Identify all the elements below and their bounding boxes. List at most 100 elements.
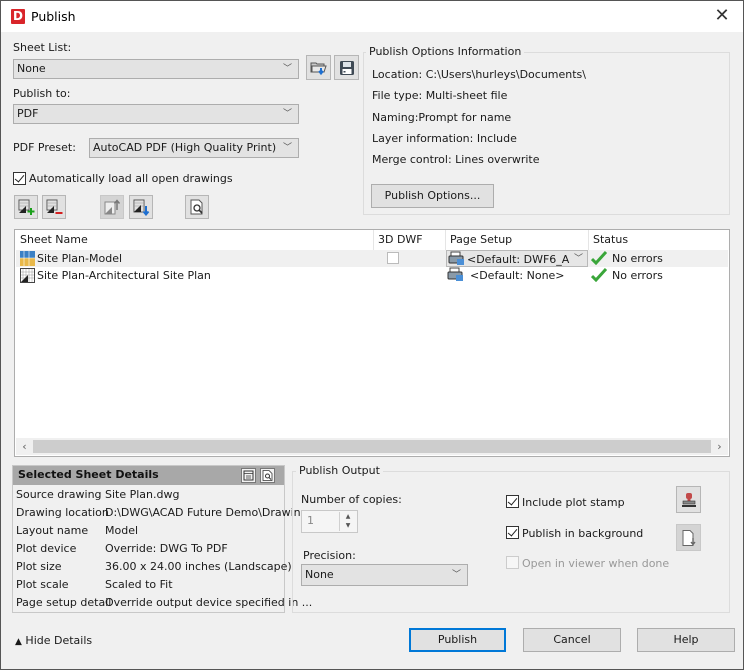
load-sheet-list-button[interactable]: [306, 55, 331, 80]
printer-icon: [447, 267, 463, 281]
printer-icon: [448, 251, 464, 265]
column-header-status[interactable]: Status: [588, 230, 728, 250]
selected-sheet-details-panel: Selected Sheet Details Source drawing Sit…: [12, 465, 312, 613]
detail-value: D:\DWG\ACAD Future Demo\Drawin...: [105, 506, 312, 519]
floppy-disk-icon: [339, 60, 354, 75]
chevron-down-icon: ﹀: [282, 109, 292, 119]
detail-value: 36.00 x 24.00 inches (Landscape): [105, 560, 292, 573]
title-bar: D Publish ✕: [1, 1, 743, 32]
detail-value: Override output device specified in ...: [105, 596, 313, 609]
pdf-preset-value: AutoCAD PDF (High Quality Print): [93, 141, 277, 154]
horizontal-scrollbar[interactable]: ‹ ›: [16, 438, 728, 455]
location-info: Location: C:\Users\hurleys\Documents\: [372, 68, 586, 81]
move-sheet-down-button[interactable]: [129, 195, 153, 219]
open-viewer-checkbox[interactable]: [506, 556, 519, 569]
page-setup-dropdown[interactable]: <Default: DWF6_ARCH ﹀: [446, 250, 588, 267]
merge-value: Lines overwrite: [455, 153, 540, 166]
copies-value: 1: [307, 514, 314, 527]
layout-sheet-icon: [20, 268, 35, 283]
chevron-down-icon: ﹀: [282, 64, 292, 74]
table-row[interactable]: Site Plan-Architectural Site Plan <Defau…: [16, 267, 728, 284]
column-header-sheet-name[interactable]: Sheet Name: [15, 230, 373, 250]
background-job-button[interactable]: [676, 524, 701, 551]
preview-button[interactable]: [185, 195, 209, 219]
rubber-stamp-icon: [681, 492, 696, 507]
details-view-button[interactable]: [241, 468, 256, 483]
naming-value: Prompt for name: [418, 111, 512, 124]
help-button[interactable]: Help: [637, 628, 735, 652]
layer-info: Layer information: Include: [372, 132, 517, 145]
detail-value: Scaled to Fit: [105, 578, 173, 591]
pdf-preset-dropdown[interactable]: AutoCAD PDF (High Quality Print) ﹀: [89, 138, 299, 158]
sheet-list-dropdown[interactable]: None ﹀: [13, 59, 299, 79]
precision-value: None: [305, 568, 334, 581]
page-setup-value: <Default: DWF6_ARCH: [467, 253, 570, 266]
detail-key: Plot scale: [16, 578, 69, 591]
precision-label: Precision:: [303, 549, 356, 562]
move-sheet-up-icon: [104, 199, 121, 215]
layer-value: Include: [476, 132, 517, 145]
details-preview-button[interactable]: [260, 468, 275, 483]
preview-icon: [262, 470, 273, 481]
scroll-left-arrow-icon[interactable]: ‹: [16, 438, 33, 455]
detail-value: Site Plan.dwg: [105, 488, 180, 501]
publish-button[interactable]: Publish: [409, 628, 506, 652]
column-header-page-setup[interactable]: Page Setup: [445, 230, 588, 250]
close-button[interactable]: ✕: [711, 5, 733, 26]
include-plot-stamp-checkbox[interactable]: [506, 495, 519, 508]
include-plot-stamp-label: Include plot stamp: [522, 496, 625, 509]
table-row[interactable]: Site Plan-Model <Default: DWF6_ARCH ﹀ No…: [16, 250, 728, 267]
document-download-icon: [682, 529, 696, 546]
detail-key: Plot device: [16, 542, 77, 555]
location-label: Location:: [372, 68, 423, 81]
file-type-label: File type:: [372, 89, 423, 102]
publish-to-label: Publish to:: [13, 87, 71, 100]
merge-info: Merge control: Lines overwrite: [372, 153, 540, 166]
remove-sheets-icon: [46, 199, 63, 214]
plot-stamp-settings-button[interactable]: [676, 486, 701, 513]
stepper-down-icon[interactable]: ▼: [340, 521, 356, 530]
3d-dwf-checkbox[interactable]: [387, 252, 399, 264]
details-header: Selected Sheet Details: [13, 466, 284, 485]
green-check-icon: [591, 268, 607, 282]
detail-key: Source drawing: [16, 488, 102, 501]
open-viewer-label: Open in viewer when done: [522, 557, 670, 570]
detail-value: Model: [105, 524, 139, 537]
model-space-icon: [20, 251, 35, 266]
copies-label: Number of copies:: [301, 493, 402, 506]
stepper-buttons: ▲ ▼: [339, 512, 356, 531]
scrollbar-thumb[interactable]: [33, 440, 711, 453]
file-type-info: File type: Multi-sheet file: [372, 89, 507, 102]
status-text: No errors: [612, 269, 663, 282]
auto-load-label: Automatically load all open drawings: [29, 172, 233, 185]
scroll-right-arrow-icon[interactable]: ›: [711, 438, 728, 455]
window-title: Publish: [31, 9, 76, 24]
detail-value: Override: DWG To PDF: [105, 542, 228, 555]
page-setup-value[interactable]: <Default: None>: [470, 267, 565, 284]
add-sheets-icon: [18, 199, 35, 215]
details-title: Selected Sheet Details: [18, 468, 159, 481]
hide-details-link[interactable]: ▲ Hide Details: [15, 634, 92, 647]
move-sheet-up-button[interactable]: [100, 195, 124, 219]
publish-to-dropdown[interactable]: PDF ﹀: [13, 104, 299, 124]
precision-dropdown[interactable]: None ﹀: [301, 564, 468, 586]
save-sheet-list-button[interactable]: [334, 55, 359, 80]
merge-label: Merge control:: [372, 153, 452, 166]
add-sheets-button[interactable]: [14, 195, 38, 219]
detail-key: Layout name: [16, 524, 89, 537]
cancel-button[interactable]: Cancel: [523, 628, 621, 652]
detail-key: Page setup detail: [16, 596, 112, 609]
stepper-up-icon[interactable]: ▲: [340, 512, 356, 521]
sheet-name: Site Plan-Model: [37, 252, 123, 265]
detail-key: Plot size: [16, 560, 62, 573]
publish-dialog: D Publish ✕ Sheet List: None ﹀ Publish t…: [0, 0, 744, 670]
publish-to-value: PDF: [17, 107, 39, 120]
auto-load-checkbox[interactable]: [13, 172, 26, 185]
copies-stepper[interactable]: 1 ▲ ▼: [301, 510, 358, 533]
window-layout-icon: [243, 470, 254, 481]
column-header-3d-dwf[interactable]: 3D DWF: [373, 230, 445, 250]
publish-options-button[interactable]: Publish Options...: [371, 184, 494, 208]
remove-sheets-button[interactable]: [42, 195, 66, 219]
naming-info: Naming:Prompt for name: [372, 111, 511, 124]
publish-background-checkbox[interactable]: [506, 526, 519, 539]
